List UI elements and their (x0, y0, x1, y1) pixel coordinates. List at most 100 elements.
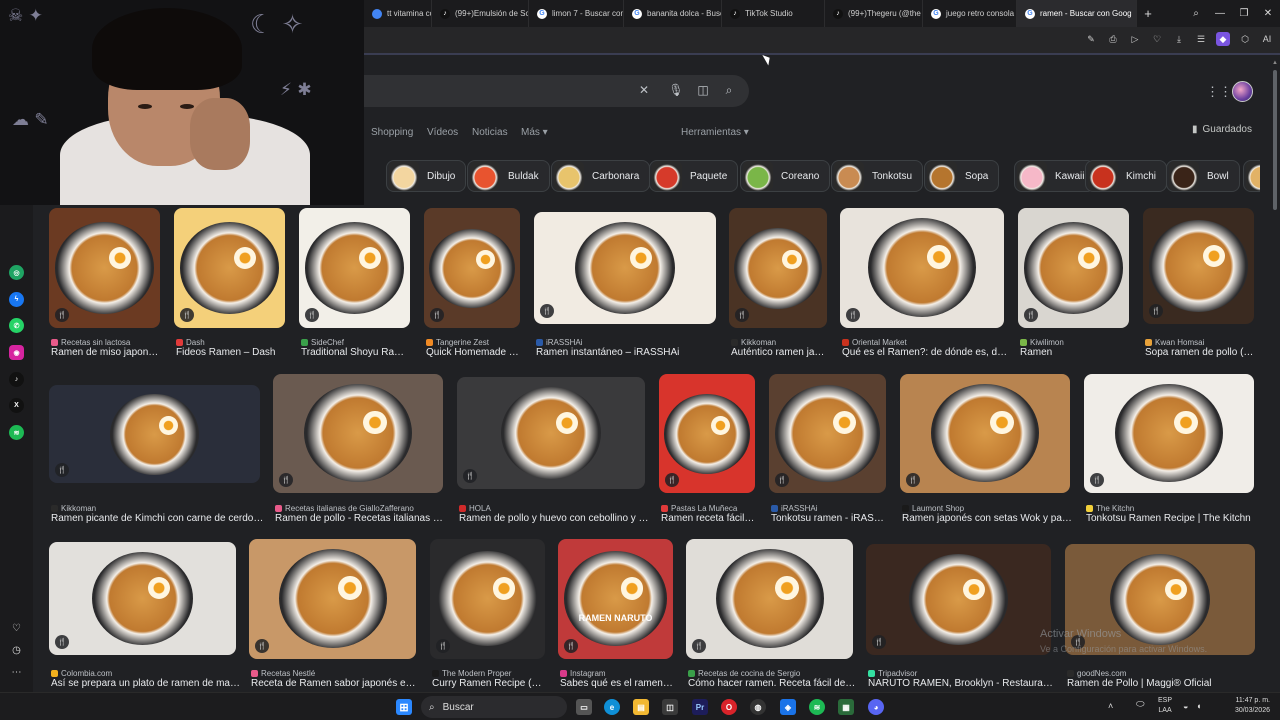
result-image[interactable]: 🍴 (1018, 208, 1129, 328)
result-title[interactable]: Ramen picante de Kimchi con carne de cer… (51, 513, 272, 524)
result-image[interactable]: 🍴 (430, 539, 545, 659)
result-image[interactable]: 🍴 (1143, 208, 1254, 324)
premiere-icon[interactable]: Pr (692, 699, 708, 715)
result-image[interactable]: 🍴 (299, 208, 410, 328)
result-title[interactable]: Traditional Shoyu Ra… (301, 347, 422, 358)
opera-icon[interactable]: O (721, 699, 737, 715)
result-title[interactable]: Ramen de Pollo | Maggi® Oficial (1067, 678, 1267, 689)
result-source[interactable]: Laumont Shop (902, 504, 1080, 513)
edit-icon[interactable]: ✎ (1084, 32, 1098, 46)
app-icon[interactable]: ▦ (838, 699, 854, 715)
tray-chevron-icon[interactable]: ˄ (1108, 701, 1113, 711)
filter-chip[interactable] (1243, 160, 1260, 192)
result-title[interactable]: Así se prepara un plato de ramen de ma… (51, 678, 248, 689)
result-title[interactable]: Sopa ramen de pollo (… (1145, 347, 1266, 358)
filter-chip[interactable]: Buldak (467, 160, 550, 192)
result-image[interactable]: 🍴 (49, 542, 236, 655)
ai-button[interactable]: AI (1260, 32, 1274, 46)
lens-search-icon[interactable]: ◫ (696, 83, 710, 97)
result-image[interactable]: 🍴 (424, 208, 520, 328)
more-icon[interactable]: ⋯ (9, 665, 24, 680)
network-icon[interactable]: ◒ (1183, 701, 1188, 711)
result-title[interactable]: Ramen receta fácil… (661, 513, 767, 524)
instagram-icon[interactable]: ◉ (9, 345, 24, 360)
search-icon[interactable]: ⌕ (722, 83, 736, 97)
result-image[interactable]: 🍴 (249, 539, 416, 659)
filter-chip[interactable]: Sopa (924, 160, 1000, 192)
windows-start-icon[interactable]: ⊞ (396, 699, 412, 715)
result-title[interactable]: Ramen instantáneo – iRASSHAi (536, 347, 728, 358)
minimize-icon[interactable]: — (1208, 8, 1232, 19)
result-image[interactable]: 🍴 (273, 374, 443, 493)
search-box[interactable]: ✕ 🎙 ◫ ⌕ (364, 75, 749, 107)
scrollbar[interactable]: ▲ (1270, 56, 1280, 692)
messenger-icon[interactable]: ϟ (9, 292, 24, 307)
result-image[interactable]: 🍴 (174, 208, 285, 328)
result-image[interactable]: 🍴 (840, 208, 1004, 328)
filter-chip[interactable]: Dibujo (386, 160, 467, 192)
result-source[interactable]: The Modern Proper (432, 669, 555, 678)
filter-chip[interactable]: Kawaii (1014, 160, 1096, 192)
browser-tab[interactable]: ♪ TikTok Studio (722, 0, 825, 27)
result-title[interactable]: Ramen (1020, 347, 1141, 358)
scroll-up-icon[interactable]: ▲ (1272, 60, 1278, 66)
result-source[interactable]: goodNes.com (1067, 669, 1265, 678)
result-source[interactable]: Recetas de cocina de Sergio (688, 669, 863, 678)
result-title[interactable]: Ramen de pollo - Recetas italianas … (275, 513, 455, 524)
edge-icon[interactable]: e (604, 699, 620, 715)
x-icon[interactable]: X (9, 398, 24, 413)
scrollbar-thumb[interactable] (1273, 70, 1277, 210)
result-source[interactable]: Pastas La Muñeca (661, 504, 765, 513)
result-source[interactable]: Kwan Homsai (1145, 338, 1264, 347)
nav-shopping[interactable]: Shopping (371, 127, 413, 138)
result-source[interactable]: Recetas Nestlé (251, 669, 426, 678)
volume-icon[interactable]: ◖ (1196, 701, 1201, 711)
result-title[interactable]: Ramen japonés con setas Wok y pa… (902, 513, 1082, 524)
chatgpt-icon[interactable]: ◎ (9, 265, 24, 280)
app-icon[interactable]: ◈ (780, 699, 796, 715)
result-image[interactable]: RAMEN NARUTO 🍴 (558, 539, 673, 659)
result-title[interactable]: Auténtico ramen ja… (731, 347, 839, 358)
clock[interactable]: 11:47 p. m. 30/03/2026 (1220, 696, 1270, 716)
voice-search-icon[interactable]: 🎙 (668, 83, 683, 97)
favorite-icon[interactable]: ♡ (1150, 32, 1164, 46)
result-title[interactable]: Fideos Ramen – Dash (176, 347, 297, 358)
search-tabs-icon[interactable]: ⌕ (1184, 8, 1208, 19)
nav-news[interactable]: Noticias (472, 127, 508, 138)
result-title[interactable]: Receta de Ramen sabor japonés e… (251, 678, 428, 689)
spotify-icon[interactable]: ≋ (9, 425, 24, 440)
screenshot-icon[interactable]: ⎙ (1106, 32, 1120, 46)
discord-icon[interactable]: ◕ (868, 699, 884, 715)
browser-tab[interactable]: Gramen - Buscar con Goog✕ (1017, 0, 1137, 27)
result-image[interactable]: 🍴 (1084, 374, 1254, 493)
result-image[interactable]: 🍴 (769, 374, 886, 493)
result-source[interactable]: Dash (176, 338, 295, 347)
result-source[interactable]: Instagram (560, 669, 683, 678)
filter-chip[interactable]: Kimchi (1085, 160, 1168, 192)
result-image[interactable]: 🍴 (49, 385, 260, 483)
result-source[interactable]: The Kitchn (1086, 504, 1264, 513)
result-source[interactable]: HOLA (459, 504, 655, 513)
maximize-icon[interactable]: ❐ (1232, 8, 1256, 19)
spotify-icon[interactable]: ≋ (809, 699, 825, 715)
result-title[interactable]: Qué es el Ramen?: de dónde es, d… (842, 347, 1016, 358)
result-image[interactable]: 🍴 (659, 374, 755, 493)
history-icon[interactable]: ◷ (9, 643, 24, 658)
result-source[interactable]: Kikkoman (731, 338, 837, 347)
result-title[interactable]: Tonkotsu ramen - iRAS… (771, 513, 898, 524)
nav-videos[interactable]: Vídeos (427, 127, 458, 138)
result-title[interactable]: Tonkotsu Ramen Recipe | The Kitchn (1086, 513, 1266, 524)
result-source[interactable]: Tangerine Zest (426, 338, 530, 347)
result-title[interactable]: Cómo hacer ramen. Receta fácil de… (688, 678, 865, 689)
close-window-icon[interactable]: ✕ (1256, 8, 1280, 19)
result-image[interactable]: 🍴 (49, 208, 160, 328)
task-view-icon[interactable]: ▭ (576, 699, 592, 715)
result-image[interactable]: 🍴 (900, 374, 1070, 493)
tiktok-icon[interactable]: ♪ (9, 372, 24, 387)
result-title[interactable]: Curry Ramen Recipe (… (432, 678, 557, 689)
result-source[interactable]: iRASSHAi (536, 338, 726, 347)
obs-icon[interactable]: ◍ (750, 699, 766, 715)
saved-button[interactable]: ▮ Guardados (1192, 124, 1252, 135)
result-source[interactable]: Recetas italianas de GialloZafferano (275, 504, 453, 513)
result-source[interactable]: SideChef (301, 338, 420, 347)
